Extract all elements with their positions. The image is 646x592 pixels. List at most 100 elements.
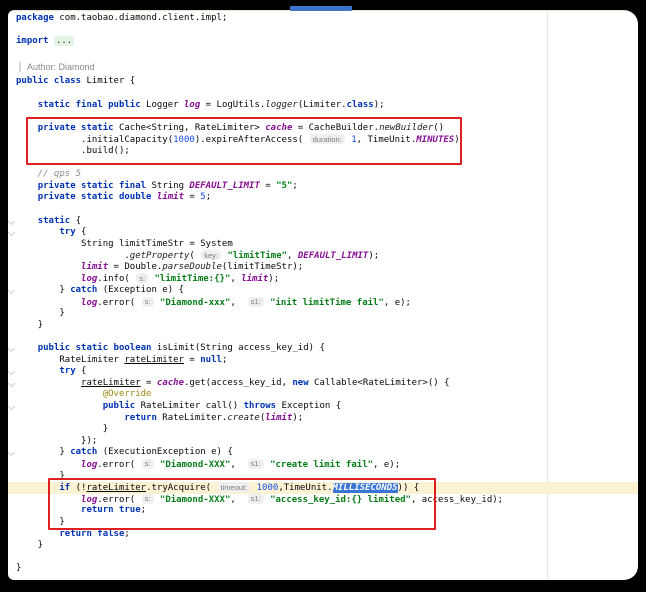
code-line[interactable]: } catch (ExecutionException e) {: [8, 447, 638, 459]
code-line[interactable]: String limitTimeStr = System: [16, 239, 638, 251]
code-token: "5": [276, 180, 293, 191]
code-line[interactable]: }: [16, 471, 638, 483]
code-line[interactable]: import ...: [16, 36, 638, 48]
code-token: ;: [221, 354, 228, 365]
code-line[interactable]: [16, 204, 638, 216]
code-line[interactable]: return RateLimiter.create(limit);: [16, 413, 638, 425]
code-line[interactable]: log.info( s: "limitTime:{}", limit);: [16, 273, 638, 285]
code-token: true: [118, 505, 141, 516]
code-line[interactable]: [16, 48, 638, 60]
code-token: private static final: [37, 180, 147, 191]
code-token: .tryAcquire(: [146, 483, 217, 494]
code-line[interactable]: private static Cache<String, RateLimiter…: [16, 123, 638, 135]
code-token: catch: [70, 285, 98, 296]
code-line[interactable]: try {: [8, 227, 638, 239]
code-line[interactable]: log.error( s: "Diamond-XXX", s1: "access…: [16, 493, 638, 506]
parameter-hint: s:: [141, 493, 154, 504]
code-line[interactable]: [16, 552, 638, 564]
folded-imports-placeholder: ...: [53, 36, 75, 47]
parameter-hint: key:: [201, 250, 222, 261]
code-token: .: [16, 251, 130, 262]
code-line[interactable]: }: [16, 563, 638, 575]
code-line[interactable]: }: [16, 424, 638, 436]
fold-marker-icon[interactable]: [8, 449, 16, 457]
code-token: }: [16, 308, 65, 319]
code-line[interactable]: rateLimiter = cache.get(access_key_id, n…: [8, 377, 638, 390]
code-line[interactable]: [16, 88, 638, 100]
code-line[interactable]: [16, 158, 638, 170]
code-line[interactable]: static final public Logger log = LogUtil…: [16, 100, 638, 112]
code-line[interactable]: .build();: [16, 146, 638, 158]
code-token: rateLimiter: [86, 483, 147, 494]
code-token: =: [183, 354, 201, 365]
fold-marker-icon[interactable]: [8, 402, 16, 411]
code-token: log: [184, 99, 201, 110]
code-line[interactable]: });: [16, 436, 638, 448]
code-editor[interactable]: package com.taobao.diamond.client.impl; i…: [8, 13, 638, 575]
code-line[interactable]: // qps 5: [16, 169, 638, 181]
code-token: = CacheBuilder.: [292, 122, 380, 133]
code-token: cache: [156, 377, 184, 388]
code-line[interactable]: log.error( s: "Diamond-XXX", s1: "create…: [16, 458, 638, 471]
code-token: .error(: [97, 459, 141, 470]
fold-marker-icon[interactable]: [8, 379, 16, 387]
code-line[interactable]: RateLimiter rateLimiter = null;: [16, 355, 638, 367]
code-line[interactable]: static {: [8, 216, 638, 228]
code-line[interactable]: return false;: [16, 529, 638, 541]
javadoc-author-text: Author: Diamond: [19, 62, 95, 73]
code-line[interactable]: .getProperty( key: "limitTime", DEFAULT_…: [16, 250, 638, 262]
code-token: rateLimiter: [81, 377, 141, 388]
code-token: "init limitTime fail": [270, 297, 384, 308]
code-line[interactable]: }: [16, 540, 638, 552]
code-line[interactable]: [16, 331, 638, 343]
code-token: (): [433, 122, 445, 133]
code-token: (: [189, 251, 201, 262]
code-line[interactable]: public RateLimiter call() throws Excepti…: [8, 401, 638, 413]
code-token: log: [81, 494, 98, 505]
code-line[interactable]: limit = Double.parseDouble(limitTimeStr)…: [16, 262, 638, 274]
code-line[interactable]: }: [16, 320, 638, 332]
fold-marker-icon[interactable]: [8, 368, 16, 376]
code-line[interactable]: public static boolean isLimit(String acc…: [8, 343, 638, 355]
code-line[interactable]: public class Limiter {: [16, 76, 638, 88]
code-token: (limitTimeStr);: [221, 261, 304, 272]
code-token: if: [59, 483, 71, 494]
parameter-hint: s1:: [247, 458, 264, 469]
code-line[interactable]: }: [16, 308, 638, 320]
code-token: .info(: [97, 274, 136, 285]
code-token: }: [16, 516, 65, 527]
fold-marker-icon[interactable]: [8, 217, 16, 225]
fold-marker-icon[interactable]: [8, 229, 16, 237]
code-line[interactable]: package com.taobao.diamond.client.impl;: [16, 13, 638, 25]
code-line-current[interactable]: if (!rateLimiter.tryAcquire( timeout: 10…: [8, 482, 638, 494]
code-line[interactable]: private static final String DEFAULT_LIMI…: [16, 181, 638, 193]
code-token: cache: [265, 122, 293, 133]
code-token: catch: [70, 447, 98, 458]
code-line[interactable]: }: [16, 517, 638, 529]
javadoc-rendered-line[interactable]: Author: Diamond: [16, 59, 638, 76]
code-line[interactable]: } catch (Exception e) {: [8, 285, 638, 297]
fold-marker-icon[interactable]: [8, 287, 16, 295]
code-line[interactable]: try {: [8, 366, 638, 378]
fold-marker-icon[interactable]: [8, 344, 16, 353]
code-token: // qps 5: [16, 169, 82, 180]
code-token: ,: [230, 494, 247, 505]
code-token: try: [59, 366, 76, 377]
code-token: MINUTES: [416, 135, 455, 146]
code-line[interactable]: return true;: [16, 505, 638, 517]
code-line[interactable]: [16, 25, 638, 37]
code-token: =: [184, 192, 201, 203]
code-line[interactable]: [16, 111, 638, 123]
code-line[interactable]: @Override: [16, 389, 638, 401]
code-token: {: [75, 227, 87, 238]
code-line[interactable]: .initialCapacity(1000).expireAfterAccess…: [16, 134, 638, 146]
code-line[interactable]: log.error( s: "Diamond-xxx", s1: "init l…: [16, 296, 638, 309]
code-line[interactable]: private static double limit = 5;: [16, 192, 638, 204]
screenshot-root: { "colors": { "accent_red": "#E02020", "…: [0, 0, 646, 592]
